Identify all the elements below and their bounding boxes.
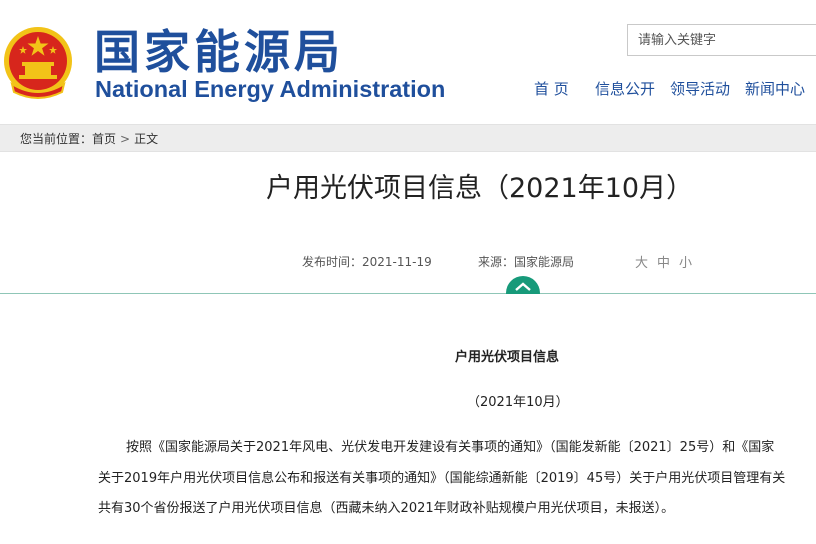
nav-item-home[interactable]: 首 页 — [534, 78, 569, 99]
breadcrumb-separator: > — [120, 132, 131, 146]
font-size-large-button[interactable]: 大 — [635, 252, 648, 271]
site-name-en: National Energy Administration — [95, 76, 446, 102]
article-source: 来源：国家能源局 — [478, 255, 575, 269]
site-name-cn: 国家能源局 — [94, 25, 344, 79]
header-divider — [0, 293, 816, 294]
breadcrumb-home-link[interactable]: 首页 — [92, 132, 116, 146]
article-title: 户用光伏项目信息（2021年10月） — [266, 173, 694, 204]
body-line-1: 按照《国家能源局关于2021年风电、光伏发电开发建设有关事项的通知》（国能发新能… — [126, 440, 775, 455]
font-size-small-button[interactable]: 小 — [679, 252, 692, 271]
nav-item-leadership[interactable]: 领导活动 — [670, 78, 730, 99]
search-input[interactable] — [627, 24, 816, 56]
body-line-3: 共有30个省份报送了户用光伏项目信息（西藏未纳入2021年财政补贴规模户用光伏项… — [98, 501, 675, 516]
publish-time: 发布时间：2021-11-19 — [302, 255, 432, 269]
body-title: 户用光伏项目信息 — [455, 350, 560, 365]
nav-item-news-center[interactable]: 新闻中心 — [745, 78, 805, 99]
breadcrumb: 您当前位置：首页 > 正文 — [0, 124, 816, 152]
chevron-up-icon — [515, 282, 531, 291]
body-line-2: 关于2019年户用光伏项目信息公布和报送有关事项的通知》（国能综通新能〔2019… — [98, 471, 786, 486]
site-header: 国家能源局 National Energy Administration 首 页… — [0, 0, 816, 124]
nav-item-info-disclosure[interactable]: 信息公开 — [595, 78, 655, 99]
breadcrumb-trail: 您当前位置：首页 > 正文 — [20, 130, 158, 147]
breadcrumb-prefix: 您当前位置： — [20, 132, 93, 146]
font-size-medium-button[interactable]: 中 — [657, 252, 670, 271]
national-emblem-icon — [4, 27, 72, 99]
breadcrumb-current-link[interactable]: 正文 — [134, 132, 158, 146]
toggle-mask — [500, 294, 546, 314]
body-date: （2021年10月） — [467, 395, 569, 410]
